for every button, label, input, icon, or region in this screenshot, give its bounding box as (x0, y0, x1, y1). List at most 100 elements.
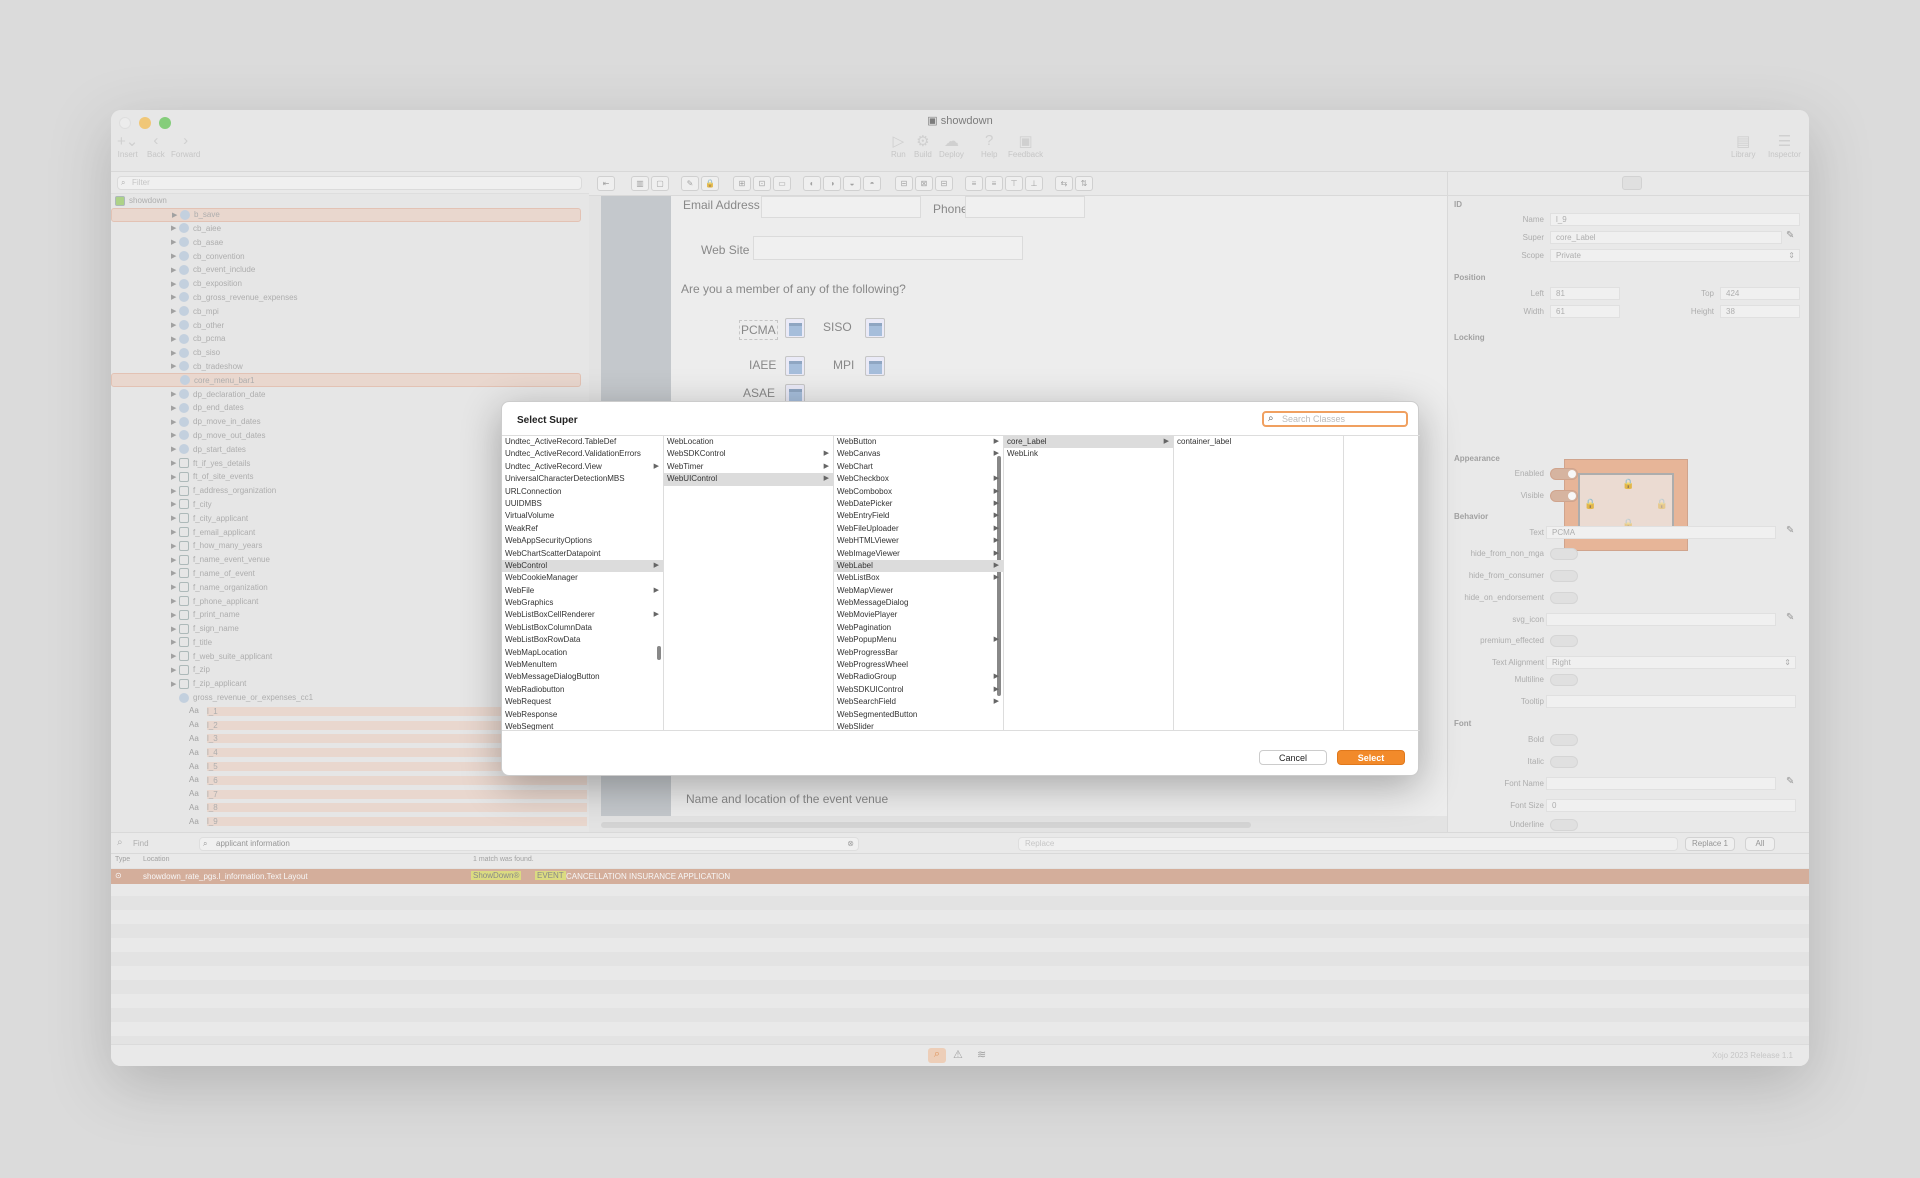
class-column-1[interactable]: Undtec_ActiveRecord.TableDef Undtec_Activ… (502, 436, 664, 731)
chevron-right-icon: ▶ (823, 462, 829, 470)
class-item[interactable]: WebHTMLViewer ▶ (834, 535, 1003, 547)
class-item[interactable]: WebPagination (834, 622, 1003, 634)
class-item-label: WebMenuItem (505, 660, 557, 670)
class-column-2[interactable]: WebLocation WebSDKControl ▶ WebTimer ▶ WebUIC… (664, 436, 834, 730)
class-item[interactable]: WebDatePicker ▶ (834, 498, 1003, 510)
class-item[interactable]: WebRequest (502, 696, 663, 708)
class-item[interactable]: WebListBoxColumnData (502, 622, 663, 634)
chevron-right-icon: ▶ (993, 685, 999, 693)
class-item[interactable]: WebSlider (834, 721, 1003, 730)
class-column-3[interactable]: WebButton ▶ WebCanvas ▶ WebChart WebCheckbox ▶… (834, 436, 1004, 730)
class-item[interactable]: Undtec_ActiveRecord.ValidationErrors (502, 448, 663, 460)
class-item[interactable]: WebMoviePlayer (834, 609, 1003, 621)
class-item[interactable]: WebCombobox ▶ (834, 486, 1003, 498)
class-item[interactable]: UniversalCharacterDetectionMBS (502, 473, 663, 485)
class-item[interactable]: WebResponse (502, 709, 663, 721)
class-item[interactable]: WebPopupMenu ▶ (834, 634, 1003, 646)
class-item[interactable]: WebGraphics (502, 597, 663, 609)
class-item-label: WebCombobox (837, 486, 892, 496)
class-item-label: WebLink (1007, 449, 1038, 459)
class-item[interactable]: container_label (1174, 436, 1343, 448)
class-item[interactable]: WebChart (834, 461, 1003, 473)
class-item[interactable]: WebMapViewer (834, 585, 1003, 597)
chevron-right-icon: ▶ (653, 586, 659, 594)
class-item-label: WebListBoxColumnData (505, 622, 593, 632)
class-item[interactable]: WebCanvas ▶ (834, 448, 1003, 460)
class-item[interactable]: WebSDKUIControl ▶ (834, 684, 1003, 696)
class-item-label: Undtec_ActiveRecord.View (505, 461, 602, 471)
chevron-right-icon: ▶ (993, 561, 999, 569)
class-item[interactable]: WebMessageDialog (834, 597, 1003, 609)
class-item-label: WebPagination (837, 622, 892, 632)
class-item[interactable]: WebUIControl ▶ (664, 473, 833, 486)
class-item[interactable]: WebListBoxCellRenderer ▶ (502, 609, 663, 621)
class-item[interactable]: WebAppSecurityOptions (502, 535, 663, 547)
class-item[interactable]: WebTimer ▶ (664, 461, 833, 473)
class-item-label: WebSDKUIControl (837, 684, 904, 694)
class-item-label: WebRequest (505, 697, 552, 707)
class-item-label: WebTimer (667, 461, 704, 471)
class-column-4[interactable]: core_Label ▶ WebLink (1004, 436, 1174, 730)
class-item-label: UniversalCharacterDetectionMBS (505, 474, 625, 484)
class-item[interactable]: core_Label ▶ (1004, 436, 1173, 449)
chevron-right-icon: ▶ (993, 475, 999, 483)
chevron-right-icon: ▶ (823, 450, 829, 458)
class-item-label: WebMessageDialogButton (505, 672, 600, 682)
class-item[interactable]: WebSDKControl ▶ (664, 448, 833, 460)
class-item[interactable]: Undtec_ActiveRecord.TableDef (502, 436, 663, 448)
class-column-5[interactable]: container_label (1174, 436, 1344, 730)
chevron-right-icon: ▶ (993, 537, 999, 545)
class-item[interactable]: Undtec_ActiveRecord.View ▶ (502, 461, 663, 473)
class-item[interactable]: WebImageViewer ▶ (834, 548, 1003, 560)
cancel-button[interactable]: Cancel (1259, 750, 1327, 765)
class-item-label: WebProgressWheel (837, 660, 908, 670)
class-item[interactable]: WebLink (1004, 448, 1173, 460)
class-item[interactable]: UUIDMBS (502, 498, 663, 510)
class-item[interactable]: WeakRef (502, 523, 663, 535)
class-item-label: WebFileUploader (837, 523, 899, 533)
class-item[interactable]: WebLocation (664, 436, 833, 448)
class-item-label: WebPopupMenu (837, 635, 897, 645)
class-item-label: WeakRef (505, 523, 538, 533)
class-item[interactable]: WebRadioGroup ▶ (834, 671, 1003, 683)
class-item[interactable]: WebFileUploader ▶ (834, 523, 1003, 535)
class-item[interactable]: WebLabel ▶ (834, 559, 1003, 573)
class-item-label: WebResponse (505, 709, 558, 719)
class-item-label: UUIDMBS (505, 498, 542, 508)
class-item[interactable]: WebProgressWheel (834, 659, 1003, 671)
class-item-label: Undtec_ActiveRecord.TableDef (505, 437, 617, 446)
class-item[interactable]: VirtualVolume (502, 510, 663, 522)
class-item[interactable]: WebListBoxRowData (502, 634, 663, 646)
class-item[interactable]: WebFile ▶ (502, 585, 663, 597)
class-item[interactable]: WebCookieManager (502, 572, 663, 584)
class-item-label: WebMessageDialog (837, 598, 909, 608)
class-item-label: WebMapViewer (837, 585, 894, 595)
select-button[interactable]: Select (1337, 750, 1405, 765)
class-item[interactable]: WebMenuItem (502, 659, 663, 671)
class-item[interactable]: WebButton ▶ (834, 436, 1003, 448)
class-item[interactable]: URLConnection (502, 486, 663, 498)
chevron-right-icon: ▶ (993, 574, 999, 582)
chevron-right-icon: ▶ (993, 512, 999, 520)
class-item[interactable]: WebCheckbox ▶ (834, 473, 1003, 485)
class-item-label: WebSegmentedButton (837, 709, 918, 719)
class-item[interactable]: WebListBox ▶ (834, 572, 1003, 584)
class-search-input[interactable]: ⌕ Search Classes (1262, 411, 1408, 427)
class-item-label: WebRadiobutton (505, 684, 565, 694)
class-item[interactable]: WebMapLocation (502, 647, 663, 659)
class-item[interactable]: WebSegmentedButton (834, 709, 1003, 721)
class-item[interactable]: WebProgressBar (834, 647, 1003, 659)
class-item-label: WebFile (505, 585, 535, 595)
class-item[interactable]: WebChartScatterDatapoint (502, 548, 663, 560)
class-item[interactable]: WebRadiobutton (502, 684, 663, 696)
class-item[interactable]: WebSearchField ▶ (834, 696, 1003, 708)
class-item-label: VirtualVolume (505, 511, 555, 521)
class-item-label: WebSegment (505, 721, 554, 731)
class-item[interactable]: WebMessageDialogButton (502, 671, 663, 683)
class-item-label: core_Label (1007, 437, 1047, 446)
class-item[interactable]: WebEntryField ▶ (834, 510, 1003, 522)
class-item[interactable]: WebControl ▶ (502, 559, 663, 573)
chevron-right-icon: ▶ (993, 450, 999, 458)
class-item[interactable]: WebSegment (502, 721, 663, 731)
class-item-label: WebUIControl (667, 474, 718, 484)
